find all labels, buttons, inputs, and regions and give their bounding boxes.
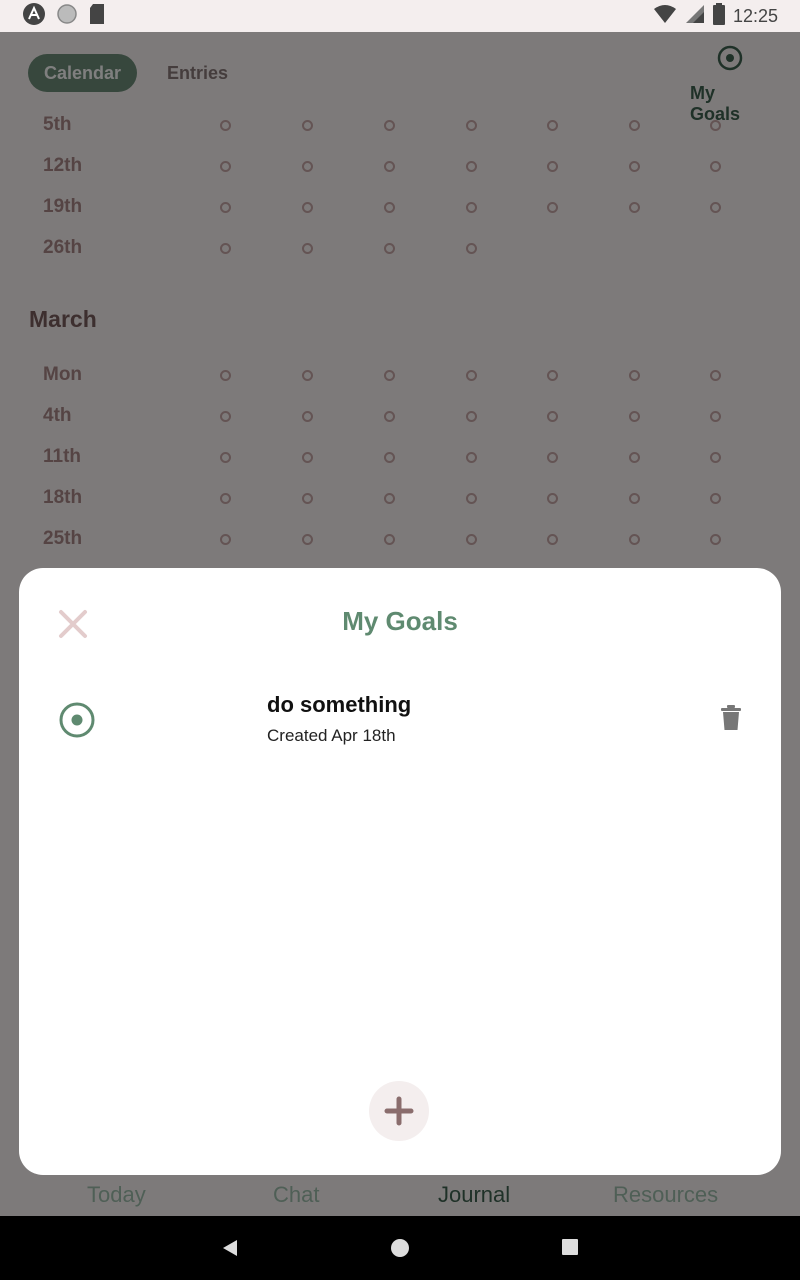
signal-icon — [685, 4, 705, 29]
wifi-icon — [653, 4, 677, 29]
back-button[interactable] — [220, 1238, 240, 1262]
add-goal-button[interactable] — [369, 1081, 429, 1141]
home-icon — [391, 1239, 409, 1257]
clock: 12:25 — [732, 5, 778, 26]
battery-icon — [712, 2, 725, 30]
my-goals-modal: My Goals do something Created Apr 18th — [19, 568, 781, 1175]
trash-icon — [721, 705, 741, 730]
recents-icon — [562, 1239, 578, 1255]
home-button[interactable] — [390, 1238, 410, 1262]
status-bar: 12:25 — [0, 0, 800, 32]
goal-created-date: Created Apr 18th — [267, 726, 396, 745]
delete-goal-button[interactable] — [719, 704, 743, 736]
goal-item[interactable]: do something Created Apr 18th — [19, 686, 781, 756]
app-notification-icon — [22, 2, 46, 30]
sd-card-icon — [88, 3, 106, 29]
circle-notification-icon — [56, 3, 78, 29]
target-icon — [57, 700, 97, 744]
recents-button[interactable] — [561, 1238, 579, 1260]
goal-title: do something — [267, 692, 412, 717]
system-navigation-bar — [0, 1216, 800, 1280]
plus-icon — [384, 1096, 414, 1126]
back-icon — [223, 1240, 237, 1256]
modal-title: My Goals — [342, 606, 458, 636]
